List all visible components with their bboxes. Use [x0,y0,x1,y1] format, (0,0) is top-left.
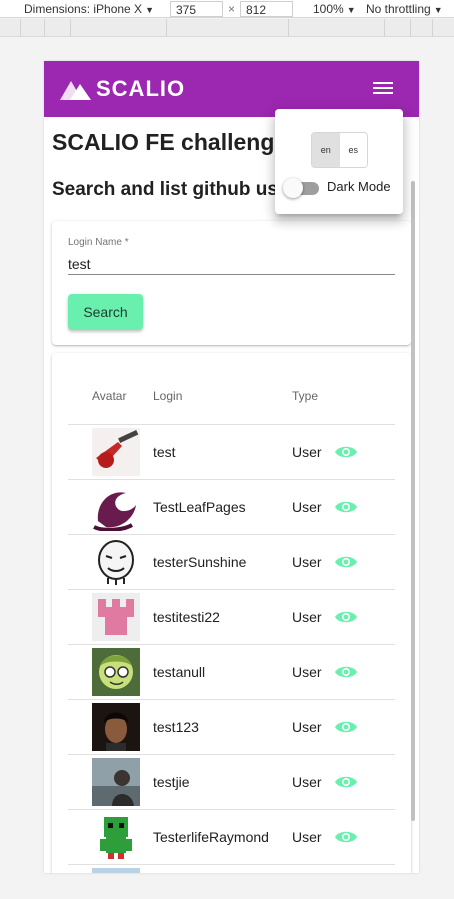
chevron-down-icon: ▼ [346,5,356,15]
throttling-select[interactable]: No throttling ▼ [366,1,443,17]
page-scrollbar[interactable] [411,181,415,821]
device-ruler [0,19,454,37]
column-header-type[interactable]: Type [292,389,318,403]
devtools-toolbar: Dimensions: iPhone X ▼ 375 × 812 100% ▼ No… [0,0,454,18]
language-toggle-group: en es [311,132,368,168]
language-option-es[interactable]: es [339,133,367,167]
user-type: User [292,829,322,845]
page-title: SCALIO FE challenge [52,129,288,155]
eye-icon [335,776,357,788]
view-user-button[interactable] [334,662,358,682]
eye-icon [335,666,357,678]
brand-name: SCALIO [96,76,186,101]
dark-mode-switch[interactable] [283,178,319,198]
settings-popover: en es Dark Mode [275,109,403,214]
table-header: Avatar Login Type [68,377,395,425]
hamburger-icon [373,82,393,84]
width-input[interactable]: 375 [170,1,223,17]
dimension-separator: × [228,2,236,16]
logo-mountain-icon [60,81,91,100]
user-login: TesterlifeRaymond [153,829,269,845]
chevron-down-icon: ▼ [145,5,154,15]
user-login: testerSunshine [153,554,247,570]
avatar [92,868,140,873]
throttling-value: No throttling [366,2,431,16]
dark-mode-label: Dark Mode [327,179,391,194]
user-login: testanull [153,664,206,680]
page-subtitle: Search and list github users [52,179,307,200]
table-row: test User [68,425,395,480]
user-login: testjie [153,774,190,790]
eye-icon [335,831,357,843]
avatar [92,703,140,751]
zoom-select[interactable]: 100% ▼ [313,1,356,17]
switch-thumb [283,178,303,198]
avatar [92,483,140,531]
chevron-down-icon: ▼ [433,5,443,15]
column-header-avatar: Avatar [92,389,127,403]
results-table: Avatar Login Type test User TestLeafPage… [52,353,411,873]
avatar [92,813,140,861]
user-login: test123 [153,719,199,735]
eye-icon [335,721,357,733]
search-card: Login Name * Search [52,221,411,345]
login-name-label: Login Name * [68,237,129,248]
table-row: testjie User [68,755,395,810]
view-user-button[interactable] [334,717,358,737]
login-name-input[interactable] [68,253,395,275]
avatar [92,593,140,641]
avatar [92,428,140,476]
table-row: TesterlifeRaymond User [68,810,395,865]
user-type: User [292,774,322,790]
device-dimensions-label: Dimensions: iPhone X [24,2,143,16]
user-type: User [292,609,322,625]
brand-logo[interactable]: SCALIO [60,76,185,102]
eye-icon [335,556,357,568]
user-login: testitesti22 [153,609,220,625]
user-type: User [292,664,322,680]
table-row: testitesti22 User [68,590,395,645]
table-row: testerSunshine User [68,535,395,590]
device-viewport: SCALIO SCALIO FE challenge Search and li… [44,61,419,873]
view-user-button[interactable] [334,827,358,847]
avatar [92,538,140,586]
eye-icon [335,501,357,513]
user-type: User [292,444,322,460]
user-type: User [292,719,322,735]
table-row: TestLeafPages User [68,480,395,535]
table-row: test123 User [68,700,395,755]
device-select[interactable]: Dimensions: iPhone X ▼ [24,1,154,17]
user-type: User [292,554,322,570]
avatar [92,758,140,806]
eye-icon [335,611,357,623]
view-user-button[interactable] [334,442,358,462]
column-header-login[interactable]: Login [153,389,182,403]
menu-button[interactable] [371,79,395,99]
user-type: User [292,499,322,515]
view-user-button[interactable] [334,497,358,517]
view-user-button[interactable] [334,607,358,627]
eye-icon [335,446,357,458]
zoom-value: 100% [313,2,344,16]
language-option-en[interactable]: en [312,133,340,167]
view-user-button[interactable] [334,552,358,572]
table-row [68,865,395,873]
avatar [92,648,140,696]
height-input[interactable]: 812 [240,1,293,17]
search-button[interactable]: Search [68,294,143,330]
user-login: test [153,444,176,460]
view-user-button[interactable] [334,772,358,792]
table-row: testanull User [68,645,395,700]
user-login: TestLeafPages [153,499,246,515]
